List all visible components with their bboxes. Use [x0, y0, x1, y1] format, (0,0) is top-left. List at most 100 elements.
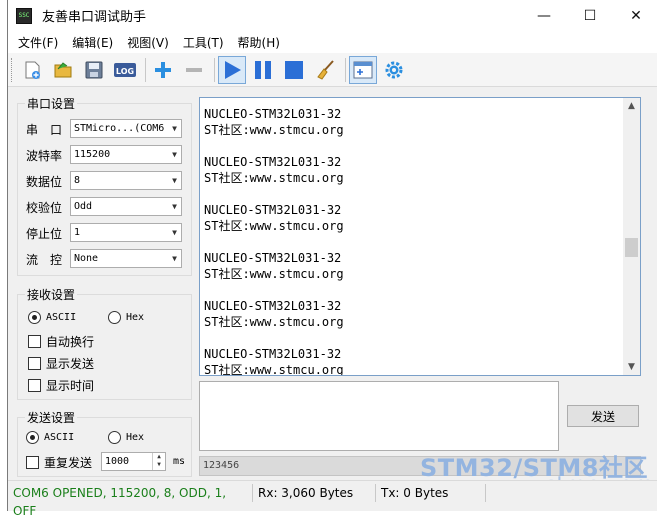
auto-wrap-checkbox[interactable]: 自动换行	[28, 333, 94, 350]
baud-select[interactable]: 115200 ▼	[70, 145, 182, 164]
play-icon	[225, 60, 241, 79]
scrollbar-thumb[interactable]	[625, 238, 638, 257]
parity-select[interactable]: Odd ▼	[70, 197, 182, 216]
checkbox-icon	[26, 456, 39, 469]
app-icon: SSC	[16, 7, 32, 24]
parity-label: 校验位	[26, 201, 63, 215]
databits-label: 数据位	[26, 175, 63, 189]
interval-stepper[interactable]: 1000 ▲ ▼	[101, 452, 166, 471]
maximize-button[interactable]: ☐	[567, 0, 613, 31]
flow-select[interactable]: None ▼	[70, 249, 182, 268]
receive-settings-title: 接收设置	[25, 286, 78, 303]
databits-select[interactable]: 8 ▼	[70, 171, 182, 190]
remove-icon	[186, 67, 202, 72]
title-bar[interactable]: SSC 友善串口调试助手 — ☐ ✕	[8, 0, 657, 31]
pause-button[interactable]	[249, 56, 277, 84]
auto-wrap-label: 自动换行	[46, 335, 95, 349]
chevron-down-icon: ▼	[172, 254, 177, 263]
stop-button[interactable]	[280, 56, 308, 84]
open-folder-icon	[54, 61, 72, 77]
chevron-down-icon: ▼	[172, 176, 177, 185]
add-button[interactable]	[149, 56, 177, 84]
serial-assistant-window: SSC 友善串口调试助手 — ☐ ✕ 文件(F) 编辑(E) 视图(V) 工具(…	[7, 0, 657, 518]
send-ascii-label: ASCII	[44, 432, 75, 443]
receive-ascii-label: ASCII	[46, 312, 77, 323]
send-button[interactable]: 发送	[567, 405, 639, 427]
receive-line	[204, 282, 344, 298]
remove-button[interactable]	[180, 56, 208, 84]
send-hex-radio[interactable]: Hex	[108, 431, 144, 444]
menu-edit[interactable]: 编辑(E)	[65, 34, 120, 51]
scroll-up-icon[interactable]: ▲	[623, 98, 640, 114]
receive-line: ST社区:www.stmcu.org	[204, 219, 344, 233]
receive-line: ST社区:www.stmcu.org	[204, 315, 344, 329]
play-button[interactable]	[218, 55, 246, 84]
baud-label: 波特率	[26, 149, 63, 163]
baud-value: 115200	[74, 149, 111, 160]
receive-line: NUCLEO-STM32L031-32	[204, 251, 342, 265]
parity-value: Odd	[74, 201, 93, 212]
serial-settings-title: 串口设置	[25, 95, 78, 112]
show-send-label: 显示发送	[46, 357, 95, 371]
stepper-arrows-icon[interactable]: ▲ ▼	[152, 453, 165, 470]
show-time-checkbox[interactable]: 显示时间	[28, 377, 94, 394]
new-window-button[interactable]	[349, 55, 377, 84]
checkbox-icon	[28, 357, 41, 370]
menu-help[interactable]: 帮助(H)	[231, 34, 287, 51]
receive-line	[204, 138, 344, 154]
stop-icon	[285, 60, 303, 79]
databits-value: 8	[74, 175, 81, 186]
receive-content: NUCLEO-STM32L031-32 ST社区:www.stmcu.org NUC…	[204, 106, 344, 375]
receive-hex-radio[interactable]: Hex	[108, 311, 144, 324]
close-button[interactable]: ✕	[613, 0, 657, 31]
save-button[interactable]	[80, 56, 108, 84]
settings-gear-icon	[385, 61, 403, 78]
send-ascii-radio[interactable]: ASCII	[26, 431, 74, 444]
minimize-button[interactable]: —	[521, 0, 567, 31]
receive-line: NUCLEO-STM32L031-32	[204, 203, 342, 217]
receive-line	[204, 186, 344, 202]
show-send-checkbox[interactable]: 显示发送	[28, 355, 94, 372]
menu-view[interactable]: 视图(V)	[120, 34, 176, 51]
port-select[interactable]: STMicro...(COM6 ▼	[70, 119, 182, 138]
flow-label: 流 控	[26, 253, 63, 267]
receive-scrollbar[interactable]: ▲ ▼	[623, 98, 640, 375]
receive-line: ST社区:www.stmcu.org	[204, 171, 344, 185]
chevron-down-icon: ▼	[172, 124, 177, 133]
scroll-down-icon[interactable]: ▼	[623, 359, 640, 375]
radio-selected-icon	[28, 311, 41, 324]
receive-ascii-radio[interactable]: ASCII	[28, 311, 76, 324]
log-button[interactable]: LOG	[111, 56, 139, 84]
receive-textarea[interactable]: NUCLEO-STM32L031-32 ST社区:www.stmcu.org NUC…	[199, 97, 641, 376]
receive-line: NUCLEO-STM32L031-32	[204, 107, 342, 121]
checkbox-icon	[28, 379, 41, 392]
tx-count: Tx: 0 Bytes	[376, 483, 486, 502]
window-title: 友善串口调试助手	[42, 10, 147, 25]
repeat-send-checkbox[interactable]: 重复发送	[26, 454, 92, 471]
repeat-send-label: 重复发送	[44, 456, 93, 470]
send-textarea[interactable]	[199, 381, 559, 451]
add-icon	[155, 61, 171, 78]
menu-tools[interactable]: 工具(T)	[176, 34, 231, 51]
toolbar-grip[interactable]	[11, 57, 14, 82]
new-window-icon	[353, 61, 373, 78]
stopbits-select[interactable]: 1 ▼	[70, 223, 182, 242]
new-document-button[interactable]	[18, 56, 46, 84]
receive-line: NUCLEO-STM32L031-32	[204, 299, 342, 313]
rx-count: Rx: 3,060 Bytes	[253, 483, 376, 502]
receive-line: ST社区:www.stmcu.org	[204, 267, 344, 281]
clear-button[interactable]	[311, 56, 339, 84]
chevron-down-icon: ▼	[172, 202, 177, 211]
receive-line	[204, 330, 344, 346]
receive-line: NUCLEO-STM32L031-32	[204, 347, 342, 361]
receive-line	[204, 234, 344, 250]
toolbar-separator	[345, 57, 346, 82]
open-folder-button[interactable]	[49, 56, 77, 84]
pause-icon	[255, 60, 271, 79]
checkbox-icon	[28, 335, 41, 348]
settings-button[interactable]	[380, 56, 408, 84]
menu-file[interactable]: 文件(F)	[11, 34, 65, 51]
stopbits-value: 1	[74, 227, 81, 238]
log-icon-label: LOG	[116, 67, 134, 76]
radio-unselected-icon	[108, 311, 121, 324]
